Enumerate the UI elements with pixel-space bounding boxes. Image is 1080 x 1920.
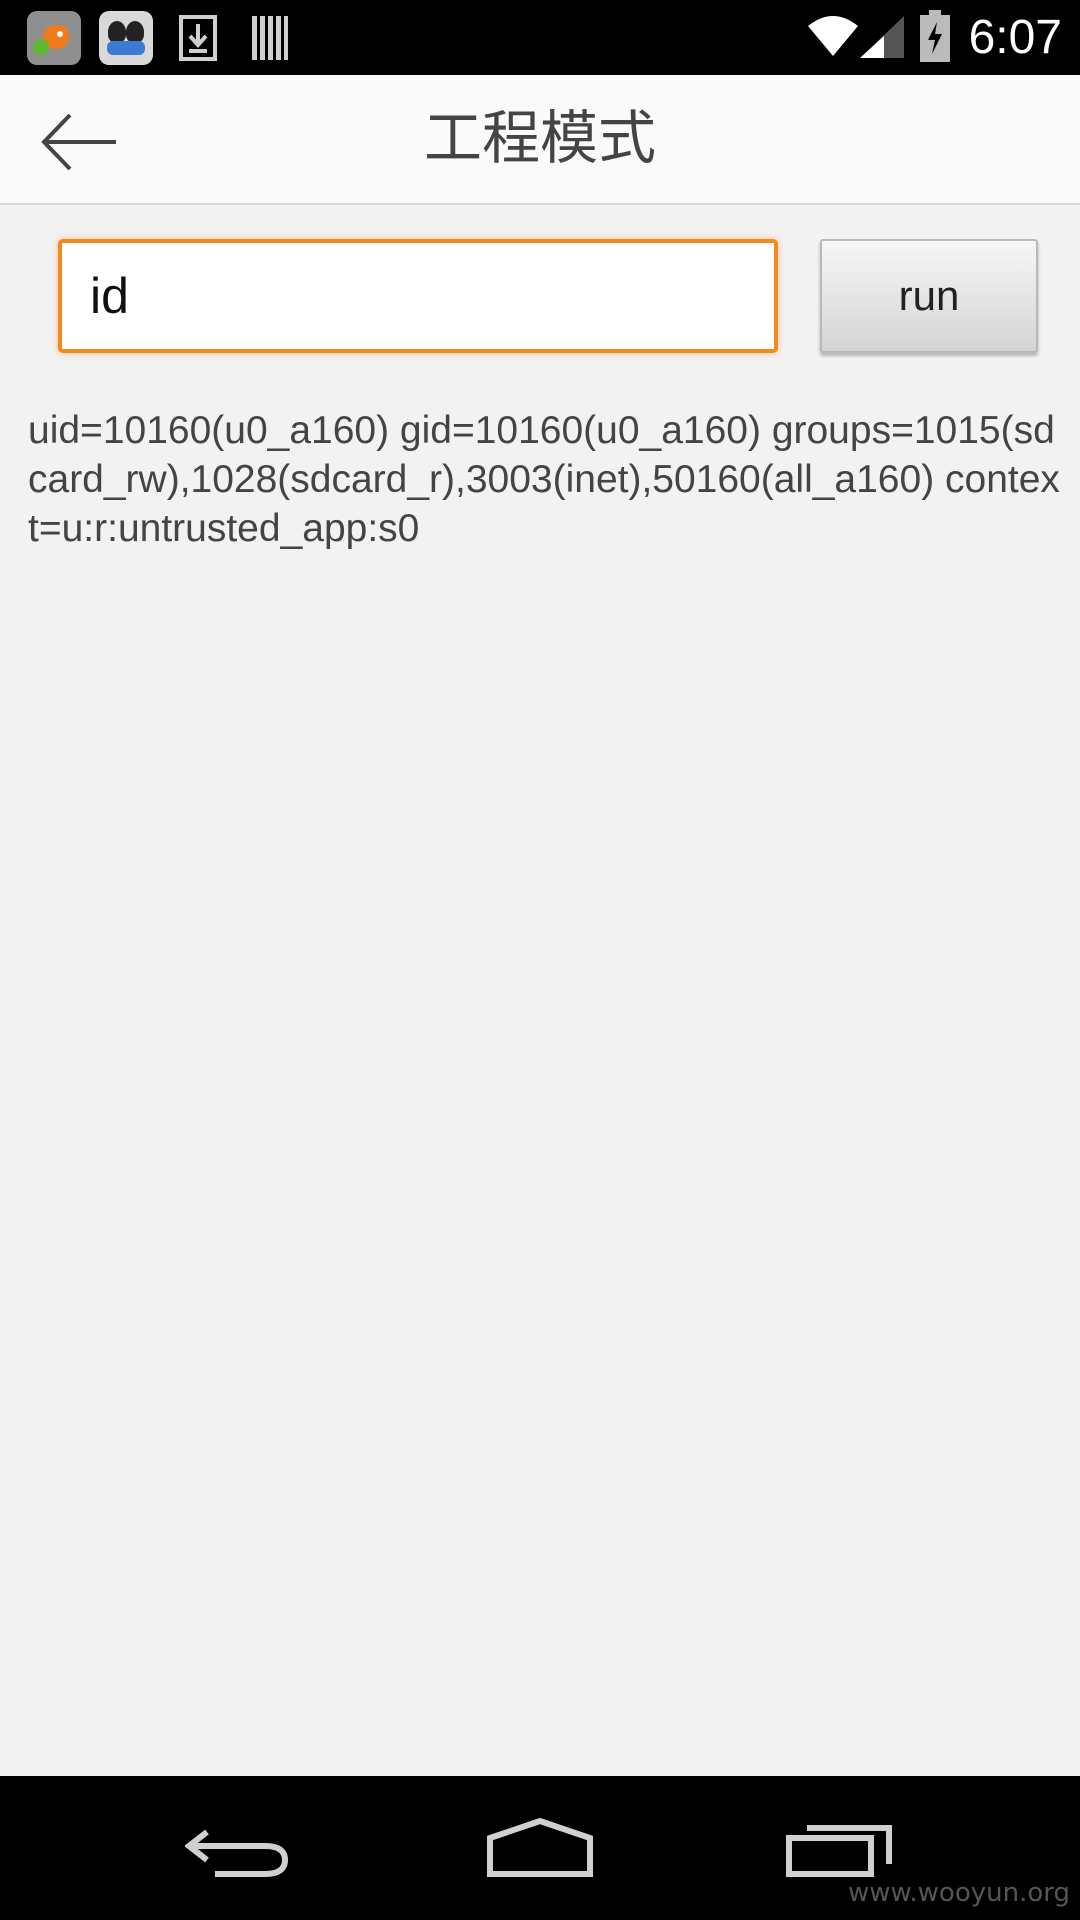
screen: 6:07 工程模式 run uid=10160(u0_a160) gid=101…	[0, 0, 1080, 1920]
nav-back-icon	[185, 1829, 289, 1877]
action-bar: 工程模式	[0, 75, 1080, 205]
penguin-app-icon	[99, 11, 153, 65]
status-bar: 6:07	[0, 0, 1080, 75]
signal-icon	[860, 16, 904, 58]
nav-recents-icon	[786, 1825, 892, 1877]
page-title: 工程模式	[423, 104, 656, 172]
battery-charging-icon	[920, 10, 950, 62]
fish-app-icon	[27, 11, 81, 65]
command-output: uid=10160(u0_a160) gid=10160(u0_a160) gr…	[28, 409, 1060, 550]
nav-home-button[interactable]	[440, 1776, 640, 1920]
barcode-icon	[252, 16, 288, 60]
run-button[interactable]: run	[820, 239, 1038, 353]
navigation-bar: www.wooyun.org	[0, 1776, 1080, 1920]
nav-home-icon	[487, 1818, 593, 1877]
nav-back-button[interactable]	[140, 1776, 340, 1920]
wifi-icon	[808, 16, 858, 56]
watermark: www.wooyun.org	[847, 1878, 1070, 1908]
command-input[interactable]	[58, 239, 778, 353]
status-clock: 6:07	[968, 11, 1062, 64]
download-icon	[179, 15, 217, 61]
